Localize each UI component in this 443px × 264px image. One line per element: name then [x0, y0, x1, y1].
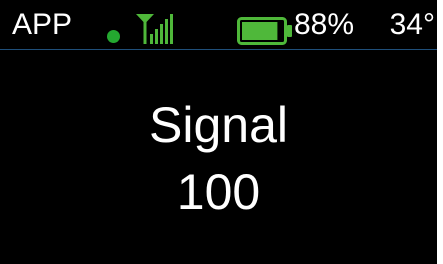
signal-bar — [155, 29, 158, 44]
battery-fill — [242, 22, 278, 40]
battery-level-text: 88% — [294, 8, 355, 41]
signal-value: 100 — [176, 164, 261, 220]
battery-cap — [287, 25, 292, 37]
status-bar: APP 88% 34° — [0, 0, 437, 50]
device-screen: APP 88% 34° Signal 100 — [0, 0, 437, 264]
signal-title: Signal — [149, 97, 288, 153]
signal-bar — [160, 24, 163, 44]
signal-strength-icon — [136, 14, 173, 44]
battery-icon — [237, 17, 292, 45]
signal-bar — [170, 14, 173, 44]
signal-bar — [150, 34, 153, 44]
signal-bar — [165, 19, 168, 44]
app-label: APP — [12, 8, 73, 41]
connection-status-dot-icon — [107, 30, 120, 43]
main-display: Signal 100 — [0, 50, 437, 264]
temperature-text: 34° — [389, 8, 435, 41]
